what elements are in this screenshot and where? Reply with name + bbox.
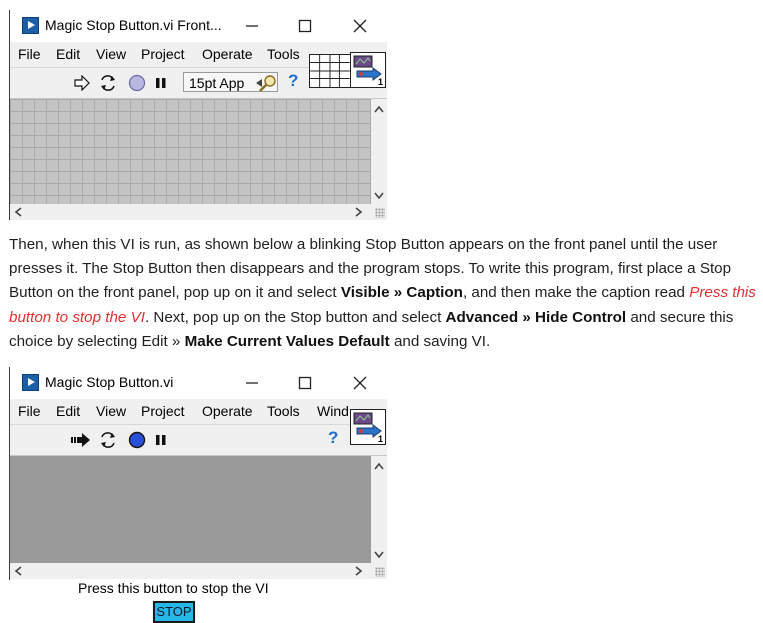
vertical-scrollbar[interactable] — [371, 99, 387, 204]
stop-button-label: STOP — [156, 604, 192, 619]
menu-path-visible-caption: Visible » Caption — [340, 284, 463, 302]
menu-bar: File Edit View Project Operate Tools Win… — [10, 399, 387, 425]
menu-edit[interactable]: Edit — [56, 46, 80, 62]
minimize-icon — [246, 25, 258, 27]
menu-tools[interactable]: Tools — [267, 403, 300, 419]
menu-view[interactable]: View — [96, 403, 126, 419]
running-arrow-icon — [71, 433, 90, 447]
pause-icon — [156, 78, 166, 88]
context-help-icon[interactable]: ? — [328, 428, 338, 448]
menu-window[interactable]: Wind — [317, 403, 349, 419]
vi-icon[interactable]: 1 — [350, 409, 386, 445]
scroll-right-icon — [355, 207, 363, 217]
paragraph-text: , and then make the caption read — [462, 284, 690, 302]
paragraph-text: and saving VI. — [389, 332, 491, 350]
resize-grip-icon[interactable] — [375, 208, 385, 218]
run-continuously-icon — [101, 75, 115, 91]
menu-edit[interactable]: Edit — [56, 403, 80, 419]
scroll-down-icon — [374, 192, 384, 200]
scroll-left-icon — [14, 207, 22, 217]
instruction-paragraph: Then, when this VI is run, as shown belo… — [9, 233, 761, 354]
front-panel-canvas: Press this button to stop the VI STOP — [10, 456, 371, 623]
maximize-button[interactable] — [293, 371, 317, 395]
menu-path-hide-control: Advanced » Hide Control — [445, 308, 627, 326]
window-title: Magic Stop Button.vi Front... — [45, 17, 222, 33]
context-help-icon[interactable]: ? — [288, 71, 298, 91]
window-title: Magic Stop Button.vi — [45, 374, 174, 390]
scroll-right-icon — [355, 566, 363, 576]
vi-icon-number: 1 — [377, 77, 383, 87]
abort-button[interactable] — [127, 430, 147, 450]
scroll-left-icon — [14, 566, 22, 576]
pause-icon — [156, 435, 166, 445]
scroll-down-icon — [374, 551, 384, 559]
abort-button[interactable] — [127, 73, 147, 93]
title-bar: Magic Stop Button.vi — [10, 367, 387, 399]
minimize-button[interactable] — [240, 14, 264, 38]
close-icon — [353, 19, 367, 33]
pause-button[interactable] — [151, 430, 171, 450]
title-bar: Magic Stop Button.vi Front... — [10, 10, 387, 42]
toolbar: ? — [10, 425, 387, 456]
maximize-icon — [298, 376, 312, 390]
vertical-scrollbar[interactable] — [371, 456, 387, 563]
menu-file[interactable]: File — [18, 46, 41, 62]
paragraph-text: . Next, pop up on the Stop button and se… — [144, 308, 446, 326]
maximize-button[interactable] — [293, 14, 317, 38]
labview-app-icon — [22, 374, 39, 391]
menu-operate[interactable]: Operate — [202, 403, 253, 419]
menu-tools[interactable]: Tools — [267, 46, 300, 62]
search-icon — [259, 75, 276, 92]
horizontal-scrollbar[interactable] — [10, 204, 387, 220]
maximize-icon — [298, 19, 312, 33]
pause-button[interactable] — [151, 73, 171, 93]
menu-operate[interactable]: Operate — [202, 46, 253, 62]
connector-pane[interactable] — [309, 54, 351, 88]
close-button[interactable] — [348, 371, 372, 395]
front-panel-window-running: Magic Stop Button.vi File Edit View Proj… — [9, 367, 387, 623]
stop-button[interactable]: STOP — [152, 600, 196, 623]
close-button[interactable] — [348, 14, 372, 38]
run-continuously-button[interactable] — [98, 430, 118, 450]
menu-project[interactable]: Project — [141, 46, 185, 62]
menu-path-make-default: Make Current Values Default — [184, 332, 390, 350]
font-selector-value: 15pt App — [189, 75, 245, 91]
stop-button-caption: Press this button to stop the VI — [78, 580, 269, 596]
vi-icon-number: 1 — [377, 434, 383, 444]
run-button-active[interactable] — [70, 430, 90, 450]
abort-icon — [128, 431, 146, 449]
front-panel-canvas[interactable] — [10, 99, 371, 204]
run-continuously-icon — [101, 432, 115, 448]
labview-app-icon — [22, 17, 39, 34]
search-button[interactable] — [258, 73, 278, 93]
run-continuously-button[interactable] — [98, 73, 118, 93]
menu-view[interactable]: View — [96, 46, 126, 62]
menu-project[interactable]: Project — [141, 403, 185, 419]
scroll-up-icon — [374, 105, 384, 113]
abort-icon — [128, 74, 146, 92]
run-button[interactable] — [72, 73, 92, 93]
minimize-icon — [246, 382, 258, 384]
close-icon — [353, 376, 367, 390]
menu-file[interactable]: File — [18, 403, 41, 419]
scroll-up-icon — [374, 462, 384, 470]
vi-icon[interactable]: 1 — [350, 52, 386, 88]
minimize-button[interactable] — [240, 371, 264, 395]
horizontal-scrollbar[interactable] — [10, 563, 387, 579]
front-panel-window-edit: Magic Stop Button.vi Front... File Edit … — [9, 10, 387, 220]
run-arrow-icon — [74, 75, 90, 91]
resize-grip-icon[interactable] — [375, 567, 385, 577]
